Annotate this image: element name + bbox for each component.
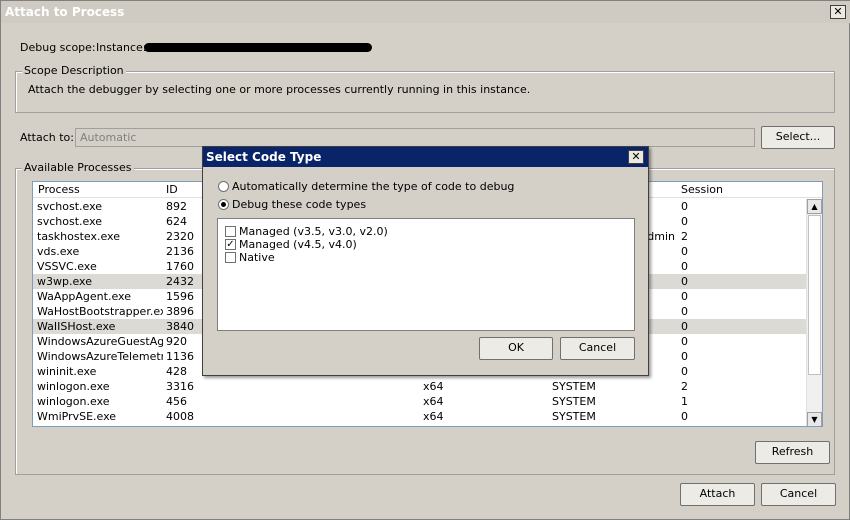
window-titlebar bbox=[1, 1, 850, 23]
window-close-button[interactable]: ✕ bbox=[830, 5, 846, 19]
cell-session: 0 bbox=[681, 200, 688, 213]
cell-id: 4008 bbox=[166, 410, 194, 423]
cell-session: 2 bbox=[681, 380, 688, 393]
scope-description-text: Attach the debugger by selecting one or … bbox=[28, 83, 531, 96]
process-list-scrollbar[interactable]: ▲ ▼ bbox=[806, 199, 822, 426]
scope-description-legend: Scope Description bbox=[22, 64, 126, 77]
select-code-type-dialog: Select Code Type ✕ Automatically determi… bbox=[202, 146, 649, 376]
cell-process: svchost.exe bbox=[37, 215, 103, 228]
arrow-down-icon: ▼ bbox=[811, 415, 818, 424]
table-row[interactable]: winlogon.exe 456 x64 SYSTEM 1 bbox=[33, 394, 822, 409]
cell-session: 1 bbox=[681, 395, 688, 408]
cell-session: 0 bbox=[681, 365, 688, 378]
cell-type: x64 bbox=[423, 380, 444, 393]
cell-type: x64 bbox=[423, 410, 444, 423]
close-icon: ✕ bbox=[631, 150, 641, 163]
cell-user: SYSTEM bbox=[552, 380, 596, 393]
code-type-label-1: Managed (v4.5, v4.0) bbox=[239, 238, 357, 251]
cell-process: wininit.exe bbox=[37, 365, 97, 378]
cell-session: 0 bbox=[681, 245, 688, 258]
dialog-title: Select Code Type bbox=[206, 150, 322, 164]
cell-user: SYSTEM bbox=[552, 410, 596, 423]
arrow-up-icon: ▲ bbox=[811, 202, 818, 211]
code-type-checkbox-1[interactable]: ✓ bbox=[225, 239, 236, 250]
debug-scope-label: Debug scope: bbox=[20, 41, 96, 54]
cell-session: 0 bbox=[681, 290, 688, 303]
cell-process: WindowsAzureGuestAg... bbox=[37, 335, 163, 348]
cell-process: WaIISHost.exe bbox=[37, 320, 116, 333]
cell-process: w3wp.exe bbox=[37, 275, 92, 288]
table-row[interactable]: winlogon.exe 3316 x64 SYSTEM 2 bbox=[33, 379, 822, 394]
cell-process: winlogon.exe bbox=[37, 380, 110, 393]
scroll-up-button[interactable]: ▲ bbox=[807, 199, 822, 214]
cell-session: 0 bbox=[681, 350, 688, 363]
scrollbar-thumb[interactable] bbox=[808, 215, 821, 375]
cell-session: 0 bbox=[681, 335, 688, 348]
cell-session: 0 bbox=[681, 305, 688, 318]
cell-session: 0 bbox=[681, 410, 688, 423]
cell-session: 0 bbox=[681, 260, 688, 273]
cell-session: 0 bbox=[681, 275, 688, 288]
column-process[interactable]: Process bbox=[38, 183, 80, 196]
cell-session: 2 bbox=[681, 230, 688, 243]
cell-process: vds.exe bbox=[37, 245, 80, 258]
instance-label: Instance: bbox=[96, 41, 147, 54]
cell-process: WaAppAgent.exe bbox=[37, 290, 131, 303]
cell-process: WindowsAzureTelemetr... bbox=[37, 350, 163, 363]
cell-type: x64 bbox=[423, 395, 444, 408]
check-icon: ✓ bbox=[226, 239, 235, 250]
cell-process: WmiPrvSE.exe bbox=[37, 410, 117, 423]
code-type-label-0: Managed (v3.5, v3.0, v2.0) bbox=[239, 225, 388, 238]
dialog-close-button[interactable]: ✕ bbox=[628, 150, 644, 164]
debug-these-label: Debug these code types bbox=[232, 198, 367, 211]
refresh-button[interactable]: Refresh bbox=[755, 441, 830, 464]
dialog-titlebar: Select Code Type ✕ bbox=[203, 147, 648, 167]
cell-session: 0 bbox=[681, 320, 688, 333]
attach-to-label: Attach to: bbox=[20, 131, 74, 144]
scope-description-group: Scope Description Attach the debugger by… bbox=[15, 64, 835, 113]
auto-determine-label: Automatically determine the type of code… bbox=[232, 180, 515, 193]
code-types-list: Managed (v3.5, v3.0, v2.0) ✓ Managed (v4… bbox=[217, 218, 635, 331]
debug-these-radio[interactable] bbox=[218, 199, 229, 210]
cell-process: taskhostex.exe bbox=[37, 230, 120, 243]
cell-id: 456 bbox=[166, 395, 187, 408]
attach-button[interactable]: Attach bbox=[680, 483, 755, 506]
cell-session: 0 bbox=[681, 215, 688, 228]
dialog-cancel-button[interactable]: Cancel bbox=[560, 337, 635, 360]
auto-determine-radio[interactable] bbox=[218, 181, 229, 192]
cell-user: SYSTEM bbox=[552, 395, 596, 408]
dialog-ok-button[interactable]: OK bbox=[479, 337, 553, 360]
cancel-button[interactable]: Cancel bbox=[761, 483, 836, 506]
attach-to-field[interactable]: Automatic bbox=[75, 128, 755, 147]
code-type-checkbox-2[interactable] bbox=[225, 252, 236, 263]
cell-id: 3316 bbox=[166, 380, 194, 393]
window-title: Attach to Process bbox=[5, 5, 125, 19]
close-icon: ✕ bbox=[833, 5, 843, 18]
redacted-instance-name bbox=[144, 43, 372, 52]
cell-process: VSSVC.exe bbox=[37, 260, 97, 273]
cell-process: winlogon.exe bbox=[37, 395, 110, 408]
column-session[interactable]: Session bbox=[681, 183, 723, 196]
code-type-label-2: Native bbox=[239, 251, 275, 264]
scroll-down-button[interactable]: ▼ bbox=[807, 412, 822, 426]
cell-process: WaHostBootstrapper.exe bbox=[37, 305, 163, 318]
available-processes-legend: Available Processes bbox=[22, 161, 134, 174]
table-row[interactable]: WmiPrvSE.exe 4008 x64 SYSTEM 0 bbox=[33, 409, 822, 424]
select-button[interactable]: Select... bbox=[761, 126, 835, 149]
column-id[interactable]: ID bbox=[166, 183, 178, 196]
cell-process: svchost.exe bbox=[37, 200, 103, 213]
code-type-checkbox-0[interactable] bbox=[225, 226, 236, 237]
